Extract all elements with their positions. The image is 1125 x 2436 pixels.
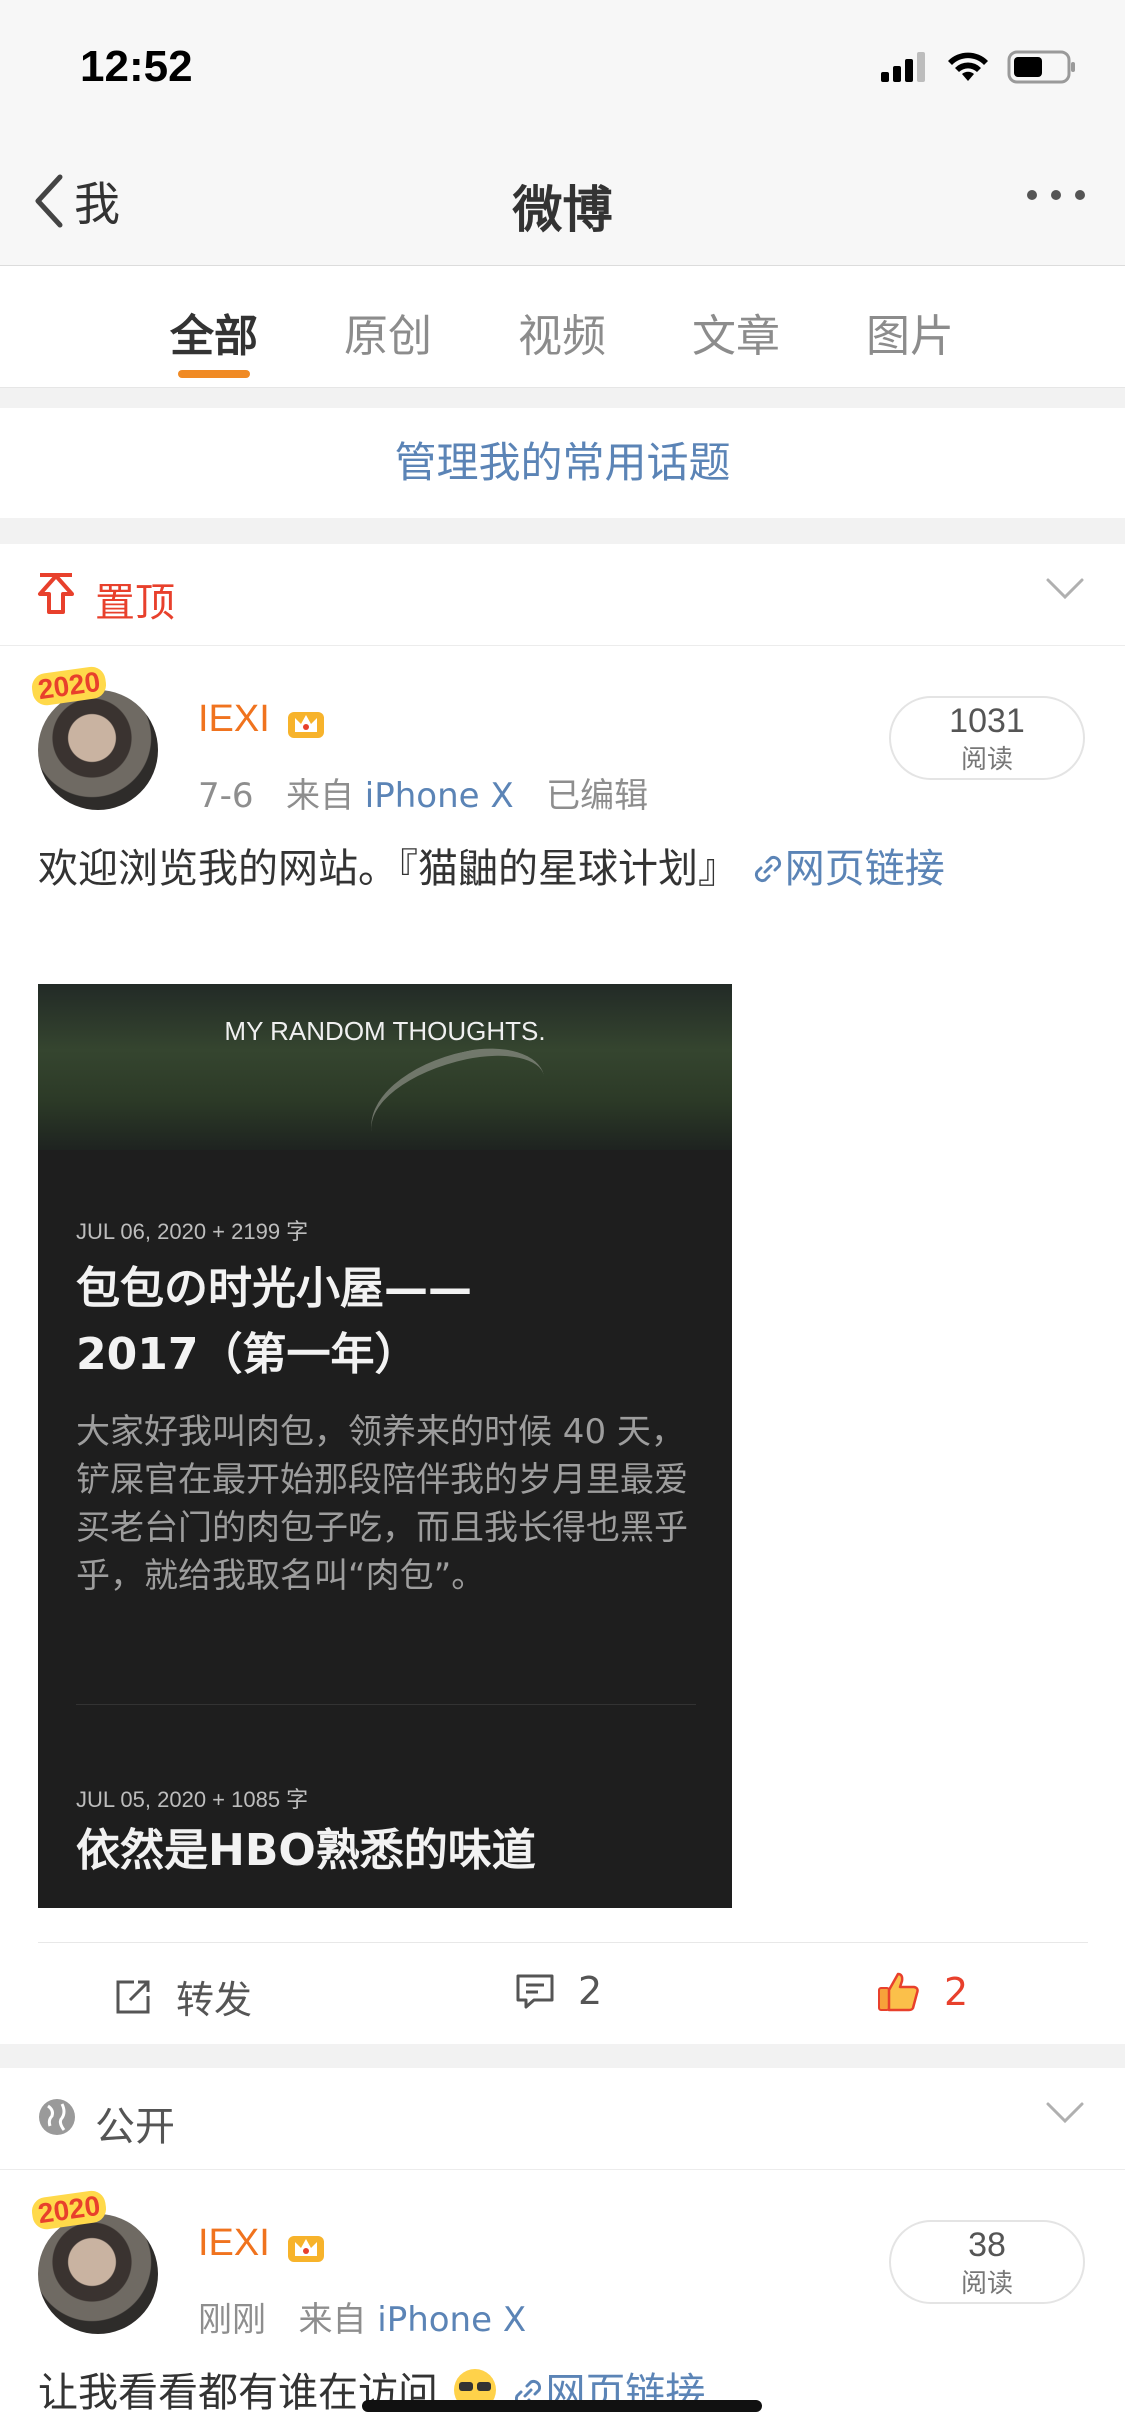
website-preview-card[interactable]: MY RANDOM THOUGHTS. JUL 06, 2020 + 2199 …	[38, 984, 732, 1908]
public-header[interactable]: 公开	[0, 2068, 1125, 2170]
post-body: 让我看看都有谁在访问 网页链接	[38, 2360, 1088, 2426]
chevron-down-icon[interactable]	[1045, 2100, 1085, 2126]
article-title: 包包の时光小屋—— 2017（第一年）	[76, 1256, 696, 1388]
card-hero-title: MY RANDOM THOUGHTS.	[224, 1016, 546, 1046]
post-source[interactable]: iPhone X	[377, 2300, 526, 2340]
comment-count: 2	[578, 1969, 603, 2013]
filter-tabs: 全部 原创 视频 文章 图片	[0, 266, 1125, 388]
globe-icon	[39, 2099, 75, 2135]
vip-crown-icon	[288, 712, 324, 738]
latest-post: 2020 IEXI 刚刚 来自 iPhone X 38 阅读 让我看看都有谁在访…	[0, 2170, 1125, 2436]
avatar[interactable]: 2020	[30, 2188, 158, 2334]
post-date: 7-6	[198, 776, 254, 816]
repost-button[interactable]: 转发	[112, 1969, 252, 2024]
card-divider	[76, 1704, 696, 1705]
more-options-button[interactable]	[1027, 190, 1085, 200]
tab-article[interactable]: 文章	[692, 300, 780, 364]
pinned-header[interactable]: 置顶	[0, 544, 1125, 646]
comment-icon	[516, 1974, 554, 2009]
status-time: 12:52	[80, 42, 193, 91]
username[interactable]: IEXI	[198, 698, 270, 741]
repost-icon	[116, 1980, 150, 2013]
cellular-signal-icon	[881, 52, 925, 82]
read-count: 38	[968, 2226, 1006, 2264]
read-label: 阅读	[960, 2269, 1013, 2299]
tab-original[interactable]: 原创	[344, 300, 432, 364]
article-title-line2: 2017（第一年）	[76, 1329, 419, 1380]
web-link-label: 网页链接	[784, 846, 945, 892]
article-title: 依然是HBO熟悉的味道	[76, 1825, 536, 1876]
post-body: 欢迎浏览我的网站。『猫鼬的星球计划』 网页链接	[38, 836, 1088, 902]
source-prefix: 来自	[298, 2300, 367, 2340]
more-dot-icon	[1075, 190, 1085, 200]
tab-video[interactable]: 视频	[518, 300, 606, 364]
avatar-badge: 2020	[30, 664, 109, 708]
post-text: 欢迎浏览我的网站。『猫鼬的星球计划』	[38, 846, 738, 892]
more-dot-icon	[1051, 190, 1061, 200]
page-title: 微博	[512, 181, 613, 239]
manage-topics-link[interactable]: 管理我的常用话题	[0, 408, 1125, 518]
post-source[interactable]: iPhone X	[365, 776, 514, 816]
battery-icon	[1007, 50, 1075, 84]
article-date: JUL 06, 2020 + 2199 字	[76, 1219, 309, 1244]
like-count: 2	[944, 1970, 969, 2014]
avatar-badge: 2020	[30, 2188, 109, 2232]
repost-label: 转发	[176, 1978, 253, 2022]
read-label: 阅读	[960, 745, 1013, 775]
web-link[interactable]: 网页链接	[751, 846, 945, 892]
source-prefix: 来自	[285, 776, 354, 816]
card-hero-image: MY RANDOM THOUGHTS.	[38, 984, 732, 1172]
home-indicator[interactable]	[362, 2400, 762, 2412]
vip-crown-icon	[288, 2236, 324, 2262]
road-graphic	[359, 1036, 557, 1172]
status-icons	[881, 50, 1077, 84]
comment-button[interactable]: 2	[514, 1969, 602, 2013]
read-count-badge: 1031 阅读	[889, 696, 1085, 780]
edited-label: 已编辑	[546, 776, 649, 816]
post-meta: 7-6 来自 iPhone X 已编辑	[198, 768, 648, 817]
post-actions: 转发 2 2	[38, 1942, 1088, 2044]
chevron-down-icon[interactable]	[1045, 576, 1085, 602]
public-label: 公开	[95, 2104, 175, 2150]
read-count-badge: 38 阅读	[889, 2220, 1085, 2304]
wifi-icon	[948, 52, 988, 81]
avatar[interactable]: 2020	[30, 664, 158, 810]
navigation-bar: 我 微博	[0, 130, 1125, 266]
tab-all[interactable]: 全部	[170, 300, 258, 364]
more-dot-icon	[1027, 190, 1037, 200]
tab-picture[interactable]: 图片	[866, 300, 954, 364]
thumbs-up-icon	[878, 1972, 919, 2012]
link-icon	[754, 855, 781, 883]
active-tab-indicator	[178, 370, 250, 378]
article-title-line1: 包包の时光小屋——	[76, 1263, 472, 1314]
article-excerpt: 大家好我叫肉包，领养来的时候 40 天，铲屎官在最开始那段陪伴我的岁月里最爱买老…	[76, 1412, 688, 1596]
post-meta: 刚刚 来自 iPhone X	[198, 2292, 526, 2341]
pinned-label: 置顶	[95, 580, 175, 626]
article-date: JUL 05, 2020 + 1085 字	[76, 1787, 309, 1812]
status-bar: 12:52	[0, 0, 1125, 130]
username[interactable]: IEXI	[198, 2222, 270, 2265]
read-count: 1031	[949, 702, 1025, 740]
pin-top-icon	[38, 573, 74, 614]
post-date: 刚刚	[198, 2300, 266, 2340]
like-button[interactable]: 2	[876, 1969, 968, 2015]
